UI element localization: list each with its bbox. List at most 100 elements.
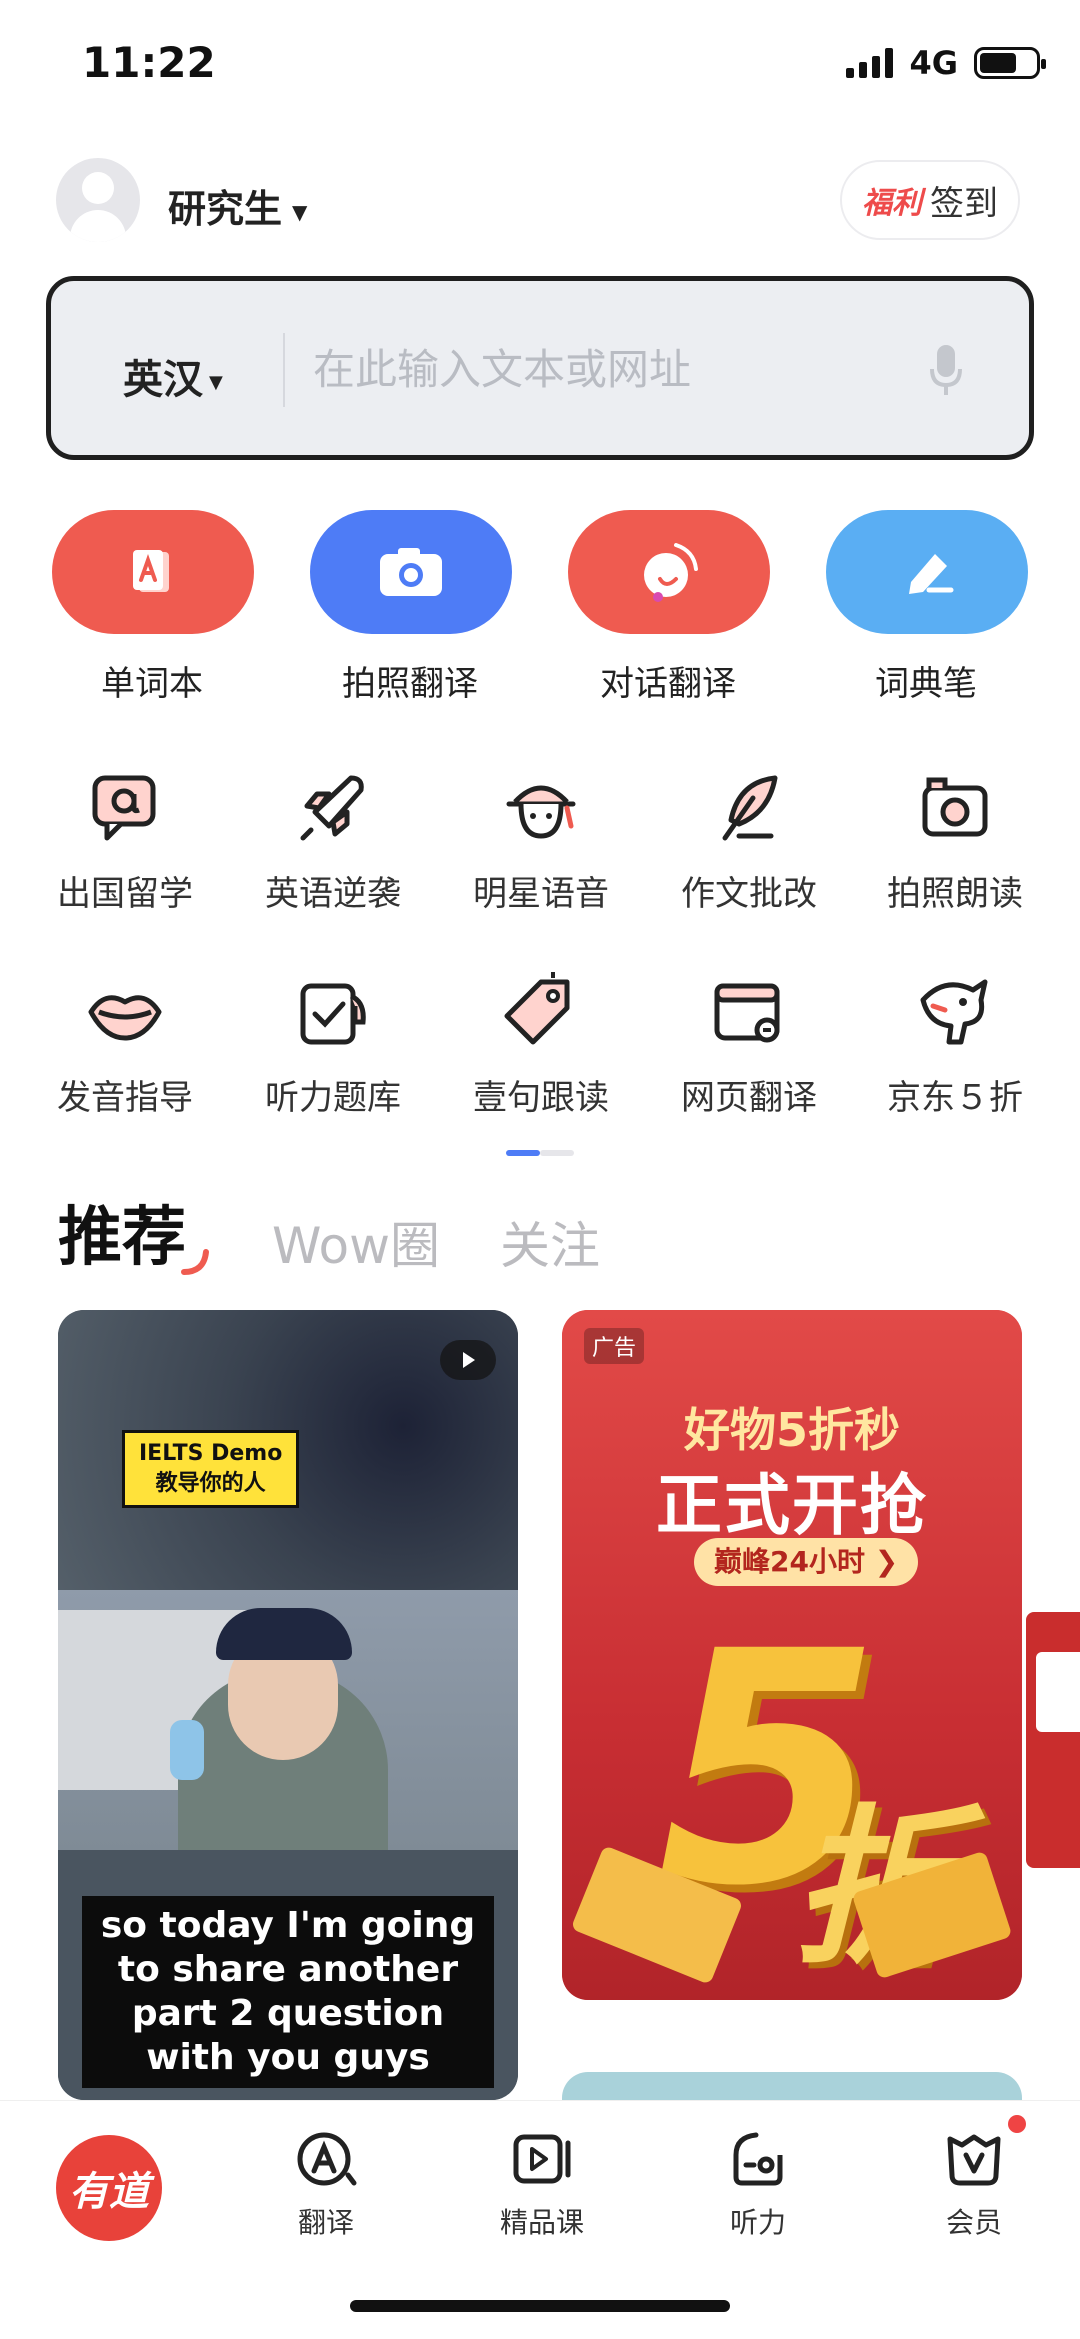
video-card[interactable]: IELTS Demo 教导你的人 so today I'm going to s… [58, 1310, 518, 2100]
ad-card[interactable]: 广告 好物5折秒 正式开抢 巅峰24小时 ❯ 5 折 [562, 1310, 1022, 2000]
status-time: 11:22 [82, 38, 216, 87]
ad-pill-label: 巅峰24小时 [714, 1545, 865, 1578]
tool-label-dialog-translate: 对话翻译 [600, 664, 736, 704]
notification-dot [1008, 2115, 1026, 2133]
grid-label: 明星语音 [473, 874, 609, 914]
feather-icon [722, 775, 778, 841]
divider [283, 333, 285, 407]
ad-pill: 巅峰24小时 ❯ [694, 1538, 919, 1586]
grid-label: 发音指导 [57, 1078, 193, 1118]
caret-down-icon: ▼ [209, 371, 223, 393]
grid-item-jd-discount[interactable]: 京东５折 [852, 972, 1058, 1119]
listening-icon [733, 2132, 783, 2186]
grade-label: 研究生 [168, 187, 283, 231]
grid-label: 作文批改 [681, 874, 817, 914]
grid-label: 听力题库 [265, 1078, 401, 1118]
video-caption: so today I'm going to share another part… [82, 1896, 494, 2088]
home-indicator [350, 2300, 730, 2312]
chevron-right-icon: ❯ [874, 1545, 899, 1578]
grid-label: 出国留学 [57, 874, 193, 914]
camera-read-icon [922, 777, 988, 837]
ad-title-1: 好物5折秒 [683, 1403, 900, 1457]
page-indicator [506, 1150, 574, 1156]
lips-icon [88, 995, 162, 1041]
grid-label: 英语逆袭 [265, 874, 401, 914]
nav-course[interactable]: 精品课 [462, 2127, 622, 2241]
tool-label-photo-translate: 拍照翻译 [342, 664, 478, 704]
ad-badge: 广告 [584, 1328, 645, 1364]
dialog-translate-button[interactable] [568, 510, 770, 634]
camera-icon [380, 548, 442, 596]
grid-item-photo-read[interactable]: 拍照朗读 [852, 768, 1058, 915]
grid-label: 壹句跟读 [473, 1078, 609, 1118]
caret-down-icon: ▼ [292, 199, 308, 224]
signin-button[interactable]: 福利 签到 [840, 160, 1020, 240]
rocket-icon [300, 775, 364, 841]
language-label: 英汉 [123, 357, 203, 403]
grid-item-essay-correction[interactable]: 作文批改 [646, 768, 852, 915]
dialog-icon [644, 543, 698, 602]
grid-label: 京东５折 [887, 1078, 1023, 1118]
photo-translate-button[interactable] [310, 510, 512, 634]
video-tag-line1: IELTS Demo [139, 1441, 283, 1466]
nav-label: 听力 [729, 2206, 786, 2239]
vip-icon [947, 2134, 1001, 2186]
microphone-icon[interactable] [929, 343, 963, 397]
avatar[interactable] [56, 158, 140, 242]
search-input[interactable] [313, 337, 913, 401]
wordbook-button[interactable] [52, 510, 254, 634]
grid-item-sentence-follow[interactable]: 壹句跟读 [438, 972, 644, 1119]
listening-bank-icon [300, 983, 366, 1045]
study-abroad-icon [92, 775, 156, 841]
video-tag-line2: 教导你的人 [155, 1471, 266, 1496]
battery-icon [974, 47, 1046, 79]
translate-icon [297, 2132, 357, 2186]
play-button[interactable] [440, 1340, 496, 1380]
welfare-badge: 福利 [862, 186, 922, 221]
peek-panel [1036, 1652, 1080, 1732]
status-icons: 4G [846, 44, 1046, 82]
nav-translate[interactable]: 翻译 [246, 2127, 406, 2241]
tool-label-wordbook: 单词本 [101, 664, 203, 704]
pen-icon [909, 554, 954, 594]
tag-icon [504, 972, 570, 1045]
grid-item-web-translate[interactable]: 网页翻译 [646, 972, 852, 1119]
video-thumbnail [58, 1590, 518, 1870]
grid-item-listening-bank[interactable]: 听力题库 [230, 972, 436, 1119]
nav-label: 会员 [945, 2206, 1002, 2239]
nav-listening[interactable]: 听力 [678, 2127, 838, 2241]
grid-label: 网页翻译 [681, 1078, 817, 1118]
youdao-logo-button[interactable]: 有道 [56, 2135, 162, 2241]
wordbook-icon [133, 550, 169, 592]
star-voice-icon [506, 785, 576, 839]
signin-label: 签到 [930, 183, 998, 224]
ad-title-2: 正式开抢 [656, 1467, 928, 1544]
person-cap [216, 1608, 352, 1660]
video-tag: IELTS Demo 教导你的人 [122, 1430, 300, 1508]
nav-label: 精品课 [499, 2206, 584, 2239]
network-type: 4G [909, 44, 958, 82]
jd-dog-icon [920, 979, 988, 1045]
play-icon [463, 1352, 475, 1368]
tab-active-mark [181, 1249, 209, 1275]
floating-ad-peek[interactable] [1026, 1612, 1080, 1868]
grid-item-pronunciation[interactable]: 发音指导 [22, 972, 228, 1119]
language-selector[interactable]: 英汉 ▼ [123, 347, 223, 405]
grid-label: 拍照朗读 [887, 874, 1023, 914]
grid-item-study-abroad[interactable]: 出国留学 [22, 768, 228, 915]
tab-wow[interactable]: Wow圈 [272, 1206, 440, 1278]
search-box[interactable]: 英汉 ▼ [46, 276, 1034, 460]
tab-recommend[interactable]: 推荐 [58, 1186, 186, 1278]
web-translate-icon [714, 983, 780, 1043]
bottle [170, 1720, 204, 1780]
course-icon [513, 2134, 571, 2184]
dictionary-pen-button[interactable] [826, 510, 1028, 634]
signal-icon [846, 48, 894, 78]
grid-item-star-voice[interactable]: 明星语音 [438, 768, 644, 915]
grade-selector[interactable]: 研究生 ▼ [168, 178, 307, 233]
nav-label: 翻译 [297, 2206, 354, 2239]
grid-item-english-boost[interactable]: 英语逆袭 [230, 768, 436, 915]
tab-follow[interactable]: 关注 [500, 1206, 600, 1278]
tool-label-dictionary-pen: 词典笔 [875, 664, 977, 704]
nav-vip[interactable]: 会员 [894, 2127, 1054, 2241]
